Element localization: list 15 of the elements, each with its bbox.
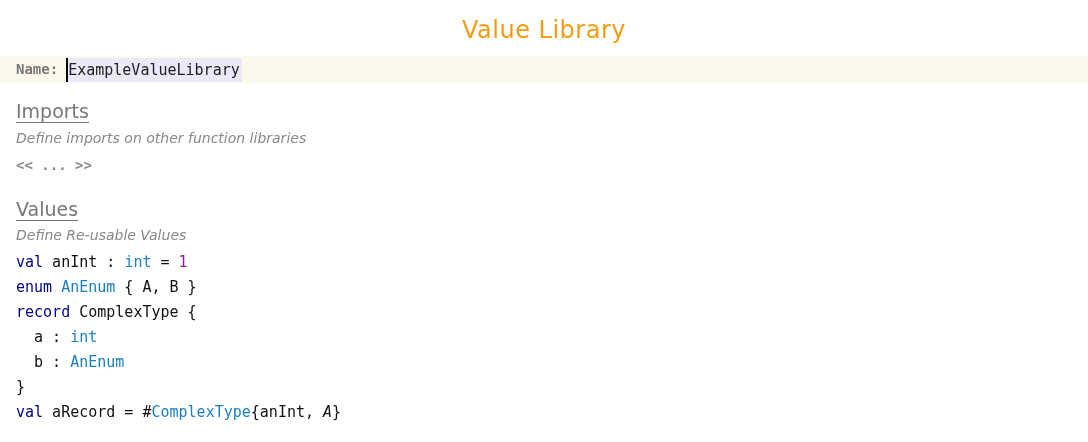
name-label: Name: [16,60,59,79]
section-heading: Values [16,196,79,222]
placeholder-input[interactable]: << ... >> [16,154,92,176]
section-description: Define imports on other function libraries [16,128,308,148]
code-line: val anInt : int = 1 [16,252,188,273]
section-description: Define Re-usable Values [16,226,188,245]
code-line: val aRecord = #ComplexType{anInt, A} [16,402,342,423]
code-line: enum AnEnum { A, B } [16,277,197,298]
section-heading: Imports [16,99,89,124]
code-line: b : AnEnum [34,352,125,373]
code-line: record ComplexType { [16,302,197,323]
page-title: Value Library [461,15,627,46]
code-line: a : int [34,327,98,348]
code-line: } [16,377,26,398]
name-input[interactable]: ExampleValueLibrary [66,57,242,82]
